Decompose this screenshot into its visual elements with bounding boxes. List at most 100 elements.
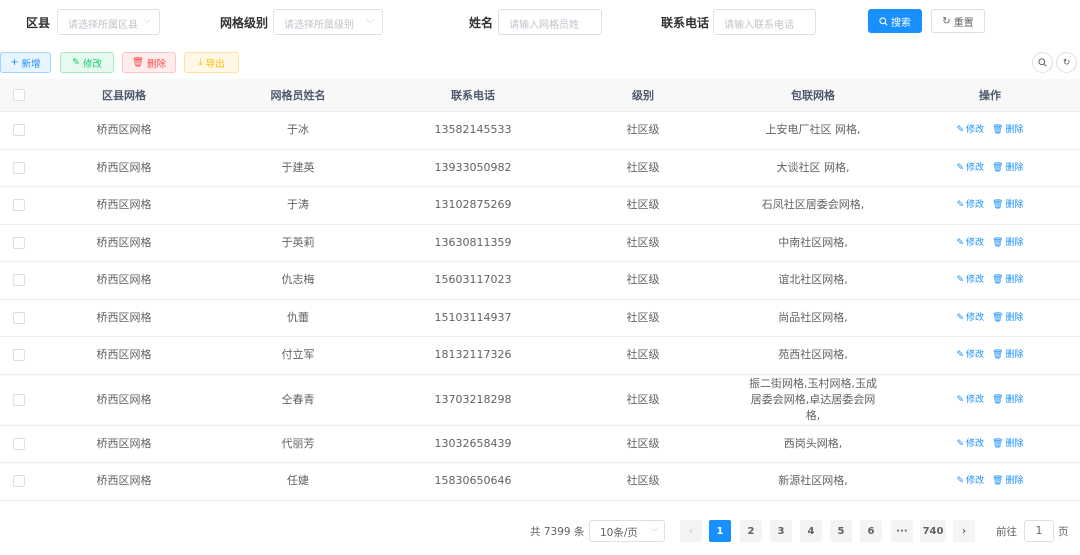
cell-grids: 苑西社区网格, [778,348,848,362]
page-button[interactable]: 6 [860,520,882,542]
row-checkbox[interactable] [13,311,25,324]
column-header: 区县网格 [102,89,146,102]
row-edit-button[interactable]: ✎ 修改 [956,436,984,452]
row-delete-button[interactable]: 🗑 删除 [992,122,1023,138]
cell-level: 社区级 [626,123,660,137]
cell-level: 社区级 [626,392,660,406]
row-actions: ✎ 修改 🗑 删除 [900,122,1080,138]
row-edit-button[interactable]: ✎ 修改 [956,197,984,213]
cell-grids: 西岗头网格, [783,436,843,450]
row-actions: ✎ 修改 🗑 删除 [900,160,1080,176]
row-delete-button[interactable]: 🗑 删除 [992,272,1023,288]
row-checkbox[interactable] [13,437,25,450]
row-edit-button[interactable]: ✎ 修改 [956,310,984,326]
column-header: 操作 [979,89,1001,102]
cell-grids: 新源社区网格, [778,474,848,488]
cell-district: 桥西区网格 [96,123,152,137]
cell-level: 社区级 [626,348,660,362]
district-select[interactable]: 请选择所属区县 ⌵ [57,9,160,35]
cell-grids: 谊北社区网格, [778,273,848,287]
cell-district: 桥西区网格 [96,273,152,287]
search-button[interactable]: 搜索 [868,9,922,33]
table-row: 桥西区网格 仇蕾 15103114937 社区级 尚品社区网格, ✎ 修改 🗑 删除 [0,300,1080,337]
cell-district: 桥西区网格 [96,235,152,249]
row-edit-button[interactable]: ✎ 修改 [956,122,984,138]
edit-icon: ✎ [956,162,965,173]
row-checkbox[interactable] [13,124,25,137]
row-delete-button[interactable]: 🗑 删除 [992,347,1023,363]
row-delete-button[interactable]: 🗑 删除 [992,473,1023,489]
row-checkbox[interactable] [13,236,25,249]
delete-button[interactable]: 🗑 删除 [122,52,176,73]
row-checkbox[interactable] [13,349,25,362]
refresh-icon: ↻ [1062,57,1071,68]
export-button[interactable]: ⤓ 导出 [184,52,239,73]
filter-bar: 区县 请选择所属区县 ⌵ 网格级别 请选择所属级别 ⌵ 姓名 请输入网格员姓 联… [0,9,1080,35]
edit-button[interactable]: ✎ 修改 [60,52,114,73]
row-delete-button[interactable]: 🗑 删除 [992,197,1023,213]
cell-name: 代丽芳 [281,436,315,450]
cell-grids: 石凤社区居委会网格, [761,198,865,212]
cell-phone: 15603117023 [434,273,512,287]
table-row: 桥西区网格 任婕 15830650646 社区级 新源社区网格, ✎ 修改 🗑 删除 [0,463,1080,501]
edit-icon: ✎ [956,350,965,361]
cell-district: 桥西区网格 [96,392,152,406]
cell-grids: 尚品社区网格, [778,310,848,324]
row-actions: ✎ 修改 🗑 删除 [900,347,1080,363]
row-edit-button[interactable]: ✎ 修改 [956,347,984,363]
row-checkbox[interactable] [13,393,25,406]
page-button[interactable]: 4 [800,520,822,542]
page-size-select[interactable]: 10条/页 ⌵ [589,520,665,542]
row-edit-button[interactable]: ✎ 修改 [956,392,984,408]
next-page-button[interactable]: › [953,520,975,542]
row-edit-button[interactable]: ✎ 修改 [956,235,984,251]
search-icon [879,16,888,26]
goto-unit: 页 [1058,526,1069,538]
cell-district: 桥西区网格 [96,198,152,212]
cell-phone: 13102875269 [434,198,512,212]
select-all-checkbox[interactable] [13,89,25,101]
last-page-button[interactable]: 740 [920,520,946,542]
column-header: 联系电话 [451,89,495,102]
cell-name: 于冰 [287,123,309,137]
page-button[interactable]: 1 [709,520,731,542]
row-edit-button[interactable]: ✎ 修改 [956,272,984,288]
add-button[interactable]: + 新增 [0,52,51,73]
trash-icon: 🗑 [992,162,1004,173]
row-edit-button[interactable]: ✎ 修改 [956,160,984,176]
row-checkbox[interactable] [13,274,25,287]
refresh-icon: ↻ [942,15,951,27]
row-checkbox[interactable] [13,161,25,174]
phone-label: 联系电话 [661,16,710,30]
page-button[interactable]: 2 [740,520,762,542]
cell-name: 于涛 [287,198,309,212]
name-input[interactable]: 请输入网格员姓 [498,9,602,35]
phone-input[interactable]: 请输入联系电话 [713,9,816,35]
toggle-search-button[interactable] [1032,52,1053,73]
more-pages-button[interactable]: ··· [891,520,913,542]
edit-icon: ✎ [956,125,965,136]
row-checkbox[interactable] [13,199,25,212]
page-button[interactable]: 5 [830,520,852,542]
reset-button[interactable]: ↻ 重置 [931,9,985,33]
page-button[interactable]: 3 [770,520,792,542]
row-delete-button[interactable]: 🗑 删除 [992,235,1023,251]
row-delete-button[interactable]: 🗑 删除 [992,160,1023,176]
row-checkbox[interactable] [13,475,25,488]
refresh-button[interactable]: ↻ [1056,52,1077,73]
cell-district: 桥西区网格 [96,474,152,488]
prev-page-button[interactable]: ‹ [680,520,702,542]
table-row: 桥西区网格 代丽芳 13032658439 社区级 西岗头网格, ✎ 修改 🗑 删除 [0,426,1080,463]
trash-icon: 🗑 [992,237,1004,248]
cell-grids: 中南社区网格, [778,235,848,249]
edit-icon: ✎ [956,200,965,211]
cell-name: 仇志梅 [281,273,315,287]
grid-level-select[interactable]: 请选择所属级别 ⌵ [273,9,383,35]
row-delete-button[interactable]: 🗑 删除 [992,310,1023,326]
cell-name: 付立军 [281,348,315,362]
row-delete-button[interactable]: 🗑 删除 [992,392,1023,408]
table-row: 桥西区网格 仝春青 13703218298 社区级 振二街网格,玉村网格,玉成居委会网格… [0,375,1080,426]
row-edit-button[interactable]: ✎ 修改 [956,473,984,489]
goto-page-input[interactable]: 1 [1024,520,1054,542]
row-delete-button[interactable]: 🗑 删除 [992,436,1023,452]
